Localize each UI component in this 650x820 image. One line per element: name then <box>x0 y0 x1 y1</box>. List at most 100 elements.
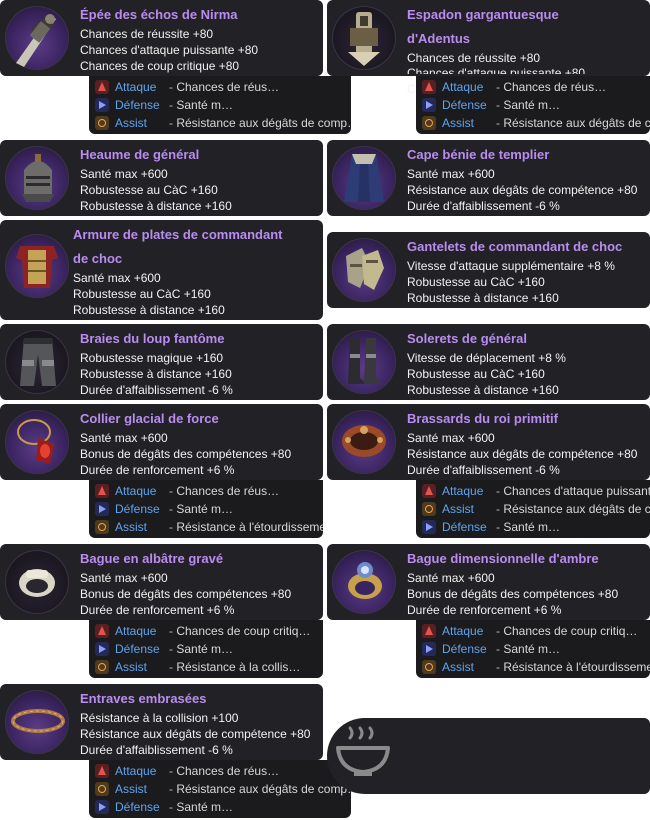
bonus-value: Chances de réus… <box>176 80 280 94</box>
attack-icon <box>95 764 109 778</box>
defense-icon <box>422 642 436 656</box>
bonus-value: Santé m… <box>176 800 234 814</box>
item-stat: Chances d'attaque puissante +80 <box>80 43 259 57</box>
bonus-row[interactable]: Assist - Résistance aux dégâts de comp… <box>95 781 351 797</box>
defense-icon <box>422 98 436 112</box>
gauntlets-icon <box>346 248 384 290</box>
bonus-row[interactable]: Défense - Santé m… <box>95 641 233 657</box>
bonus-type-label: Défense <box>115 502 160 516</box>
item-stat: Robustesse au CàC +160 <box>80 183 218 197</box>
bonus-row[interactable]: Assist- Résistance aux dégâts de com <box>422 115 650 131</box>
bonus-row[interactable]: Défense - Santé m… <box>422 519 560 535</box>
item-stat: Chances d'attaque puissante +80 <box>407 66 586 74</box>
bonus-type-label: Attaque <box>115 764 157 778</box>
defense-icon <box>95 642 109 656</box>
item-stat: Robustesse à distance +160 <box>80 199 232 213</box>
item-stat: Bonus de dégâts des compétences +80 <box>80 447 292 461</box>
bonus-row[interactable]: Assist- Résistance aux dégâts de com <box>422 501 650 517</box>
bonus-value: Chances de réus… <box>503 80 607 94</box>
helmet-icon <box>22 154 54 202</box>
item-name: Épée des échos de Nirma <box>80 7 238 22</box>
item-stat: Durée d'affaiblissement -6 % <box>80 383 233 397</box>
bonus-row[interactable]: Défense - Santé m… <box>95 97 233 113</box>
bonus-row[interactable]: Défense - Santé m… <box>422 97 560 113</box>
bonus-type-label: Attaque <box>115 80 157 94</box>
bonus-row[interactable]: Assist - Résistance aux dégâts de comp… <box>95 115 351 131</box>
attack-icon <box>95 484 109 498</box>
bonus-value: Résistance à l'étourdissement <box>503 660 650 674</box>
bonus-row[interactable]: Assist - Résistance à l'étourdissement <box>95 519 323 535</box>
assist-icon <box>95 660 109 674</box>
assist-icon <box>422 660 436 674</box>
item-name-line2: de choc <box>73 251 123 266</box>
defense-icon <box>95 98 109 112</box>
item-stat: Bonus de dégâts des compétences +80 <box>80 587 292 601</box>
bonus-type-label: Défense <box>442 520 487 534</box>
bonus-row[interactable]: Défense - Santé m… <box>95 799 233 815</box>
necklace-icon <box>17 419 54 464</box>
item-stat: Robustesse au CàC +160 <box>73 287 211 301</box>
attack-icon <box>95 624 109 638</box>
item-stat: Robustesse à distance +160 <box>73 303 225 317</box>
item-stat: Durée d'affaiblissement -6 % <box>407 199 560 213</box>
food-bowl-icon <box>336 726 390 776</box>
bonus-panel: Attaque - Chances de réus… Assist - Résist… <box>89 760 351 818</box>
item-stat: Durée d'affaiblissement -6 % <box>407 463 560 477</box>
ring-icon <box>19 569 55 597</box>
bonus-value: Santé m… <box>503 642 561 656</box>
item-stat: Chances de réussite +80 <box>80 27 214 41</box>
bonus-row[interactable]: Attaque - Chances d'attaque puissante <box>422 483 650 499</box>
item-name: Gantelets de commandant de choc <box>407 239 623 254</box>
item-stat: Résistance à la collision +100 <box>80 711 239 725</box>
bonus-type-label: Défense <box>115 642 160 656</box>
item-stat: Santé max +600 <box>80 167 168 181</box>
bonus-panel: Attaque - Chances d'attaque puissante Ass… <box>416 480 650 538</box>
bonus-row[interactable]: Attaque - Chances de réus… <box>95 483 279 499</box>
greatsword-icon <box>348 12 380 66</box>
bonus-type-label: Attaque <box>442 484 484 498</box>
attack-icon <box>422 80 436 94</box>
assist-icon <box>95 520 109 534</box>
item-stat: Durée de renforcement +6 % <box>80 463 235 477</box>
item-stat: Résistance aux dégâts de compétence +80 <box>407 183 638 197</box>
item-name: Entraves embrasées <box>80 691 207 706</box>
bonus-type-label: Assist <box>115 660 148 674</box>
bonus-row[interactable]: Attaque - Chances de réus… <box>422 79 606 95</box>
item-stat: Robustesse au CàC +160 <box>407 275 545 289</box>
bonus-row[interactable]: Défense - Santé m… <box>95 501 233 517</box>
item-name: Brassards du roi primitif <box>407 411 558 426</box>
defense-icon <box>95 502 109 516</box>
item-stat: Durée d'affaiblissement -6 % <box>80 743 233 757</box>
bonus-value: Santé m… <box>176 98 234 112</box>
bonus-panel: Attaque - Chances de réus… Défense - Santé… <box>89 76 351 134</box>
bonus-row[interactable]: Attaque - Chances de coup critiq… <box>95 623 310 639</box>
item-stat: Vitesse d'attaque supplémentaire +8 % <box>407 259 615 273</box>
item-stat: Robustesse au CàC +160 <box>407 367 545 381</box>
bonus-value: Résistance à l'étourdissement <box>176 520 323 534</box>
bonus-type-label: Défense <box>442 642 487 656</box>
bonus-type-label: Assist <box>115 782 148 796</box>
bonus-type-label: Défense <box>115 98 160 112</box>
item-name: Collier glacial de force <box>80 411 219 426</box>
bonus-row[interactable]: Attaque - Chances de coup critiq… <box>422 623 637 639</box>
bonus-value: Résistance aux dégâts de comp… <box>176 782 351 796</box>
bonus-panel: Attaque - Chances de coup critiq… Défense… <box>416 620 650 678</box>
item-stat: Robustesse à distance +160 <box>407 291 559 305</box>
item-stat: Robustesse magique +160 <box>80 351 224 365</box>
item-stat: Résistance aux dégâts de compétence +80 <box>407 447 638 461</box>
item-stat: Résistance aux dégâts de compétence +80 <box>80 727 311 741</box>
bonus-row[interactable]: Défense - Santé m… <box>422 641 560 657</box>
item-name: Braies du loup fantôme <box>80 331 225 346</box>
item-name: Armure de plates de commandant <box>73 227 283 242</box>
bonus-row[interactable]: Attaque - Chances de réus… <box>95 79 279 95</box>
bonus-row[interactable]: Attaque - Chances de réus… <box>95 763 279 779</box>
assist-icon <box>95 116 109 130</box>
bonus-row[interactable]: Assist - Résistance à l'étourdissement <box>422 659 650 675</box>
bonus-value: Chances de réus… <box>176 484 280 498</box>
item-stat: C <box>407 82 416 96</box>
bonus-value: Santé m… <box>503 98 561 112</box>
defense-icon <box>95 800 109 814</box>
bonus-type-label: Assist <box>115 116 148 130</box>
bonus-row[interactable]: Assist - Résistance à la collis… <box>95 659 300 675</box>
assist-icon <box>95 782 109 796</box>
